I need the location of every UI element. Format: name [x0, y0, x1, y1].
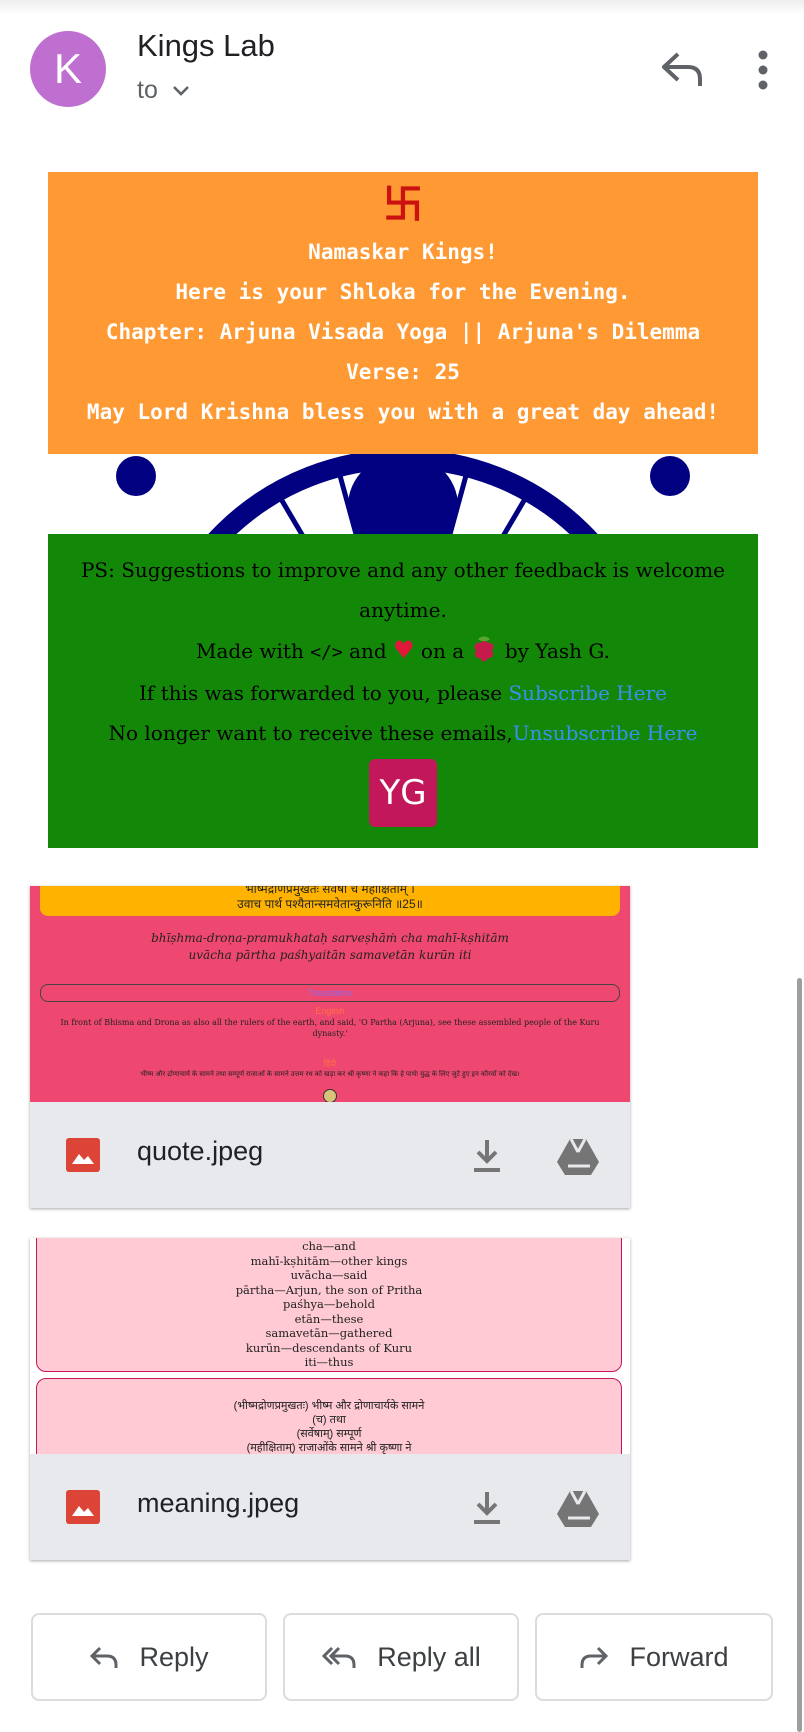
- english-translation: In front of Bhisma and Drona as also all…: [60, 1018, 600, 1038]
- reply-label: Reply: [139, 1641, 209, 1672]
- scrollbar[interactable]: [797, 978, 802, 1732]
- recipients-toggle[interactable]: to: [137, 76, 190, 105]
- verse-line: Verse: 25: [346, 360, 460, 384]
- attachment-name: meaning.jpeg: [137, 1488, 300, 1518]
- intro-line: Here is your Shloka for the Evening.: [175, 280, 631, 304]
- image-file-icon: [66, 1490, 100, 1524]
- hindi-label: हिंदी: [323, 1059, 337, 1068]
- save-to-drive-icon[interactable]: [556, 1488, 600, 1528]
- krishna-emblem: [323, 1089, 337, 1102]
- reply-icon: [90, 1646, 118, 1668]
- attachment-bar: meaning.jpeg: [30, 1454, 630, 1560]
- image-file-icon: [66, 1138, 100, 1172]
- reply-button[interactable]: Reply: [31, 1613, 267, 1701]
- sender-name: Kings Lab: [137, 28, 275, 63]
- yg-logo: YG: [369, 759, 437, 827]
- english-label: English: [315, 1006, 345, 1016]
- save-to-drive-icon[interactable]: [556, 1136, 600, 1176]
- transliteration: bhīṣhma-droṇa-pramukhataḥ sarveṣhāṁ cha …: [151, 931, 509, 962]
- greeting-line: Namaskar Kings!: [308, 240, 498, 264]
- forward-icon: [580, 1646, 609, 1668]
- reply-icon[interactable]: [660, 48, 706, 90]
- forward-line: If this was forwarded to you, please Sub…: [139, 681, 667, 705]
- download-icon[interactable]: [470, 1488, 504, 1528]
- unsubscribe-line: No longer want to receive these emails,U…: [108, 721, 698, 745]
- made-with-line: Made with </> and ♥ on a by Yash G.: [196, 636, 610, 664]
- forward-button[interactable]: Forward: [535, 1613, 773, 1701]
- reply-all-button[interactable]: Reply all: [283, 1613, 519, 1701]
- hindi-translation: भीष्म और द्रोणाचार्य के सामने तथा सम्पूर…: [140, 1071, 520, 1078]
- more-vert-icon[interactable]: [748, 48, 778, 92]
- hindi-meanings-box: (भीष्मद्रोणप्रमुखतः) भीष्म और द्रोणाचार्…: [36, 1378, 622, 1454]
- unsubscribe-link[interactable]: Unsubscribe Here: [513, 721, 698, 745]
- to-label: to: [137, 76, 158, 104]
- attachment-bar: quote.jpeg: [30, 1102, 630, 1208]
- chapter-line: Chapter: Arjuna Visada Yoga || Arjuna's …: [105, 320, 701, 344]
- forward-label: Forward: [629, 1641, 729, 1672]
- ps-line-2: anytime.: [359, 598, 447, 622]
- reply-all-label: Reply all: [377, 1641, 481, 1672]
- reply-all-icon: [322, 1646, 356, 1668]
- subscribe-link[interactable]: Subscribe Here: [508, 681, 666, 705]
- ps-line: PS: Suggestions to improve and any other…: [80, 558, 726, 582]
- attachment-preview-image[interactable]: cha—and mahī-kṣhitām—other kings uvācha—…: [30, 1238, 630, 1454]
- attachment-meaning[interactable]: cha—and mahī-kṣhitām—other kings uvācha—…: [30, 1238, 630, 1560]
- sender-avatar[interactable]: K: [30, 31, 106, 107]
- attachment-name: quote.jpeg: [137, 1136, 264, 1166]
- word-meanings-box: cha—and mahī-kṣhitām—other kings uvācha—…: [36, 1238, 622, 1372]
- top-edge: [0, 0, 804, 14]
- swastika-icon: 卐: [383, 182, 423, 228]
- attachment-preview-image[interactable]: भीष्मद्रोणप्रमुखतः सर्वेषां च महीक्षिताम…: [30, 886, 630, 1102]
- chevron-down-icon: [172, 85, 189, 96]
- raspberry-pi-icon: [474, 636, 494, 662]
- blessing-line: May Lord Krishna bless you with a great …: [86, 400, 720, 424]
- ashoka-chakra-icon: [116, 454, 690, 534]
- code-icon: </>: [310, 642, 343, 663]
- footer-block: PS: Suggestions to improve and any other…: [48, 534, 758, 848]
- download-icon[interactable]: [470, 1136, 504, 1176]
- greeting-banner: 卐 Namaskar Kings! Here is your Shloka fo…: [48, 172, 758, 454]
- heart-icon: ♥: [393, 636, 415, 664]
- attachment-quote[interactable]: भीष्मद्रोणप्रमुखतः सर्वेषां च महीक्षिताम…: [30, 886, 630, 1208]
- translation-header: Translation: [40, 984, 620, 1002]
- sanskrit-verse-box: भीष्मद्रोणप्रमुखतः सर्वेषां च महीक्षिताम…: [40, 886, 620, 916]
